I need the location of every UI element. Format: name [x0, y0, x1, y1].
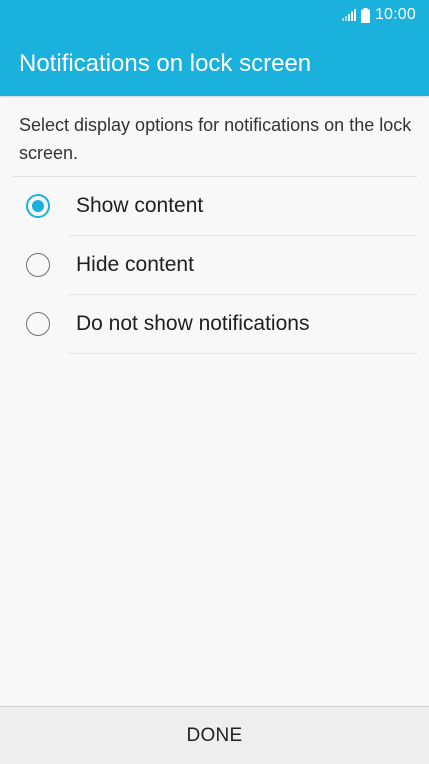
option-label: Show content	[76, 194, 204, 217]
option-label: Hide content	[76, 253, 194, 276]
radio-button[interactable]	[26, 253, 50, 277]
option-show-content[interactable]: Show content	[0, 177, 429, 236]
done-button[interactable]: DONE	[0, 707, 429, 764]
app-header: Notifications on lock screen	[0, 30, 429, 96]
radio-button[interactable]	[26, 312, 50, 336]
status-indicators: 10:00	[341, 6, 416, 24]
signal-icon	[341, 9, 356, 21]
divider	[69, 353, 417, 354]
option-do-not-show-notifications[interactable]: Do not show notifications	[0, 295, 429, 354]
bottom-bar: DONE	[0, 706, 429, 764]
content-area: Select display options for notifications…	[0, 96, 429, 706]
option-hide-content[interactable]: Hide content	[0, 236, 429, 295]
battery-icon	[360, 7, 370, 23]
status-bar: 10:00	[0, 0, 429, 30]
option-label: Do not show notifications	[76, 312, 310, 335]
options-list: Show content Hide content Do not show no…	[0, 177, 429, 354]
radio-dot	[32, 200, 44, 212]
status-time: 10:00	[374, 6, 416, 23]
page-title: Notifications on lock screen	[19, 50, 312, 77]
description-text: Select display options for notifications…	[19, 115, 412, 163]
radio-button-selected[interactable]	[26, 194, 50, 218]
